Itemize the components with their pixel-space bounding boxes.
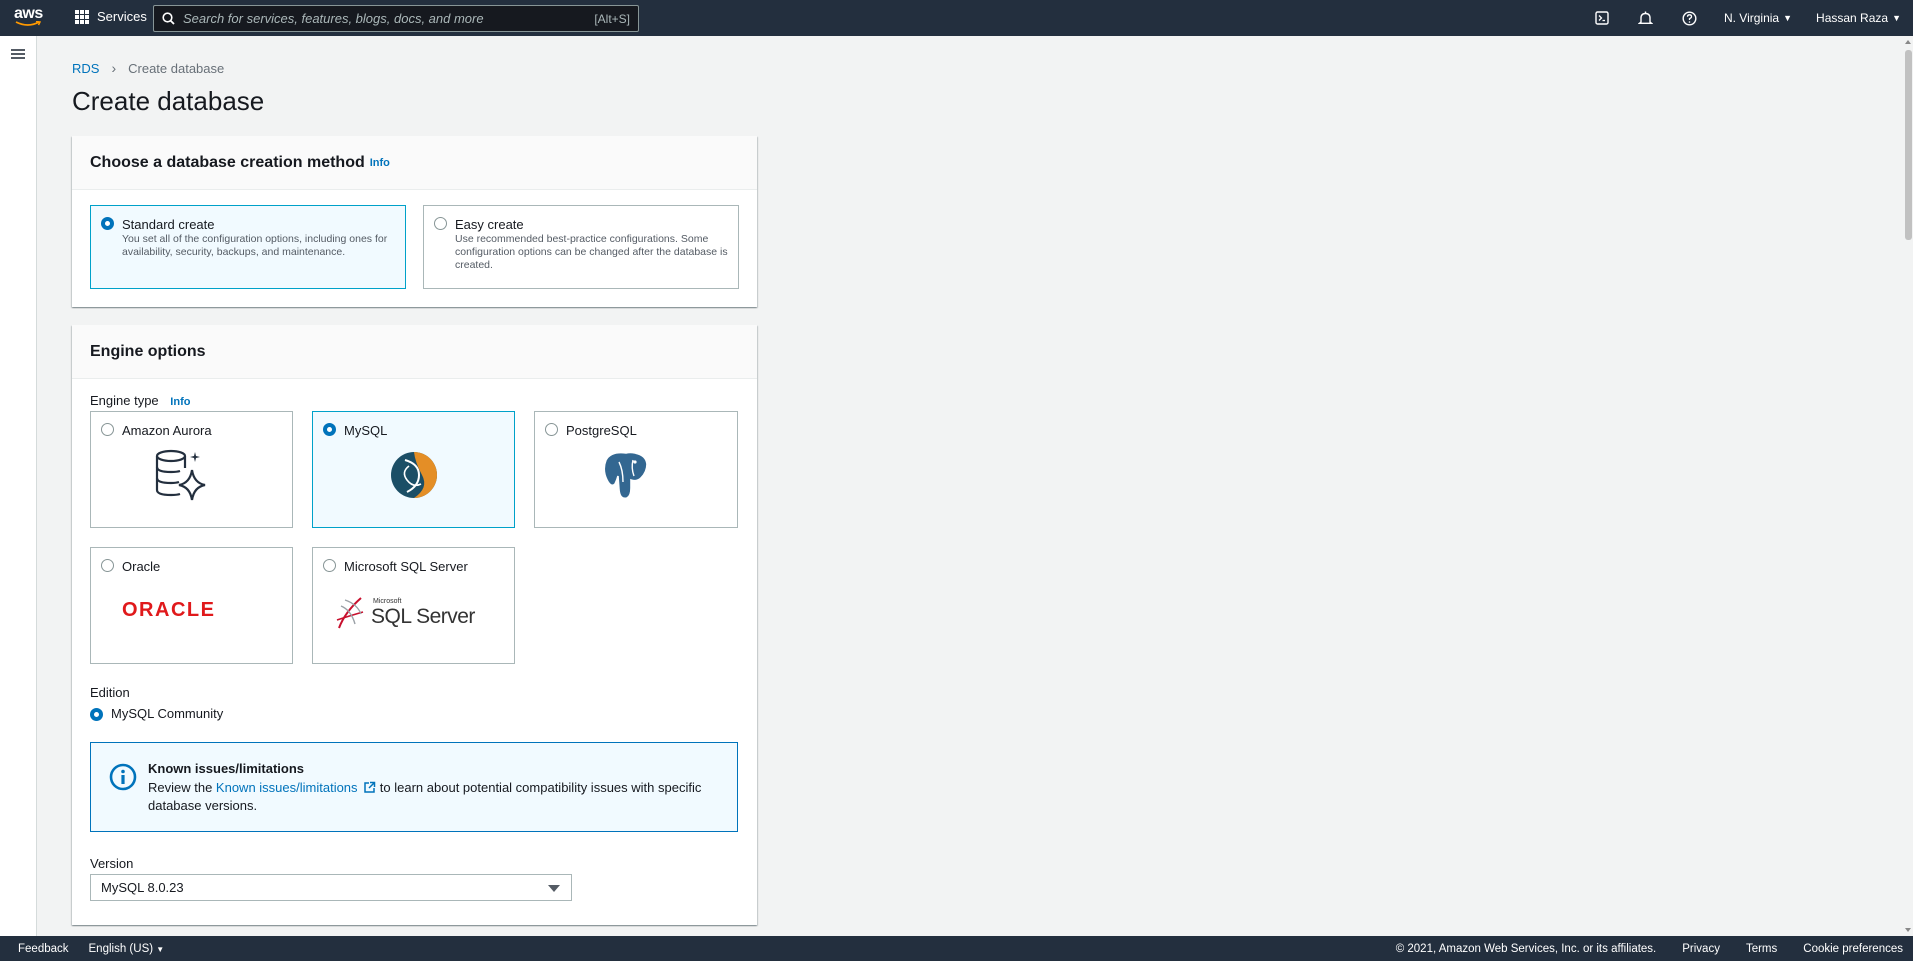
version-label: Version (90, 856, 134, 871)
creation-method-info-link[interactable]: Info (370, 157, 390, 169)
engine-type-label: Engine type (90, 393, 159, 408)
caret-down-icon: ▼ (1783, 13, 1793, 23)
services-label: Services (97, 9, 147, 24)
engine-option-oracle[interactable]: Oracle ORACLE (90, 547, 293, 664)
aws-logo-text: aws (14, 5, 43, 22)
creation-method-title: Choose a database creation method (90, 153, 365, 171)
footer-bar: Feedback English (US) ▼ © 2021, Amazon W… (0, 936, 1913, 961)
aws-logo[interactable]: aws (14, 6, 44, 30)
sqlserver-title: Microsoft SQL Server (344, 559, 468, 574)
feedback-link[interactable]: Feedback (18, 943, 69, 955)
alert-title: Known issues/limitations (148, 761, 305, 776)
edition-mysql-community-label[interactable]: MySQL Community (111, 706, 223, 721)
engine-option-postgresql[interactable]: PostgreSQL (534, 411, 738, 528)
postgresql-icon (603, 451, 648, 500)
alert-body-before: Review the (148, 780, 216, 795)
engine-options-title: Engine options (90, 342, 206, 360)
engine-option-aurora[interactable]: Amazon Aurora (90, 411, 293, 528)
sqlserver-logo-icon (336, 597, 364, 629)
notifications-button[interactable] (1624, 0, 1668, 36)
page-title: Create database (72, 86, 265, 116)
cloudshell-button[interactable] (1580, 0, 1624, 36)
mysql-title: MySQL (344, 423, 388, 438)
breadcrumb-current: Create database (128, 60, 225, 76)
services-grid-icon (75, 9, 89, 24)
engine-option-mysql[interactable]: MySQL (312, 411, 515, 528)
side-navigation (0, 36, 37, 936)
standard-create-title: Standard create (122, 217, 215, 232)
chevron-right-icon: › (111, 60, 117, 76)
top-navigation-bar: aws Services [Alt+S] (0, 0, 1913, 36)
known-issues-link[interactable]: Known issues/limitations (216, 780, 358, 795)
known-issues-alert: Known issues/limitations Review the Know… (90, 742, 738, 832)
scroll-up-arrow-icon[interactable] (1905, 40, 1911, 44)
engine-options-panel: Engine options Engine type Info Amazon A… (72, 325, 757, 925)
easy-create-desc: Use recommended best-practice configurat… (455, 233, 728, 271)
standard-create-desc: You set all of the configuration options… (122, 233, 388, 258)
aurora-title: Amazon Aurora (122, 423, 212, 438)
standard-create-option[interactable]: Standard create You set all of the confi… (90, 205, 406, 289)
sqlserver-logo-text: SQL Server (371, 605, 475, 628)
oracle-radio[interactable] (101, 559, 114, 572)
bell-icon (1638, 11, 1654, 24)
page-scrollbar[interactable] (1904, 36, 1913, 936)
terms-link[interactable]: Terms (1746, 943, 1777, 955)
sqlserver-radio[interactable] (323, 559, 336, 572)
mysql-radio[interactable] (323, 423, 336, 436)
scrollbar-thumb[interactable] (1905, 50, 1912, 240)
external-link-icon (364, 781, 376, 793)
caret-down-icon: ▼ (156, 944, 165, 954)
aurora-icon (155, 449, 206, 501)
help-button[interactable] (1668, 0, 1712, 36)
search-icon (162, 12, 175, 25)
version-select[interactable]: MySQL 8.0.23 (90, 874, 572, 901)
easy-create-option[interactable]: Easy create Use recommended best-practic… (423, 205, 739, 289)
mysql-icon (391, 452, 437, 498)
alert-body: Review the Known issues/limitations to l… (148, 779, 723, 815)
cookie-preferences-link[interactable]: Cookie preferences (1803, 943, 1903, 955)
easy-create-radio[interactable] (434, 217, 447, 230)
engine-options-header: Engine options (72, 325, 757, 379)
postgresql-radio[interactable] (545, 423, 558, 436)
global-search-bar[interactable]: [Alt+S] (153, 5, 639, 32)
language-label: English (US) (88, 942, 154, 955)
help-icon (1682, 10, 1697, 26)
sqlserver-logo-microsoft: Microsoft (373, 598, 402, 605)
creation-method-panel: Choose a database creation method Info S… (72, 136, 757, 307)
services-menu-button[interactable]: Services (75, 9, 147, 24)
search-shortcut-hint: [Alt+S] (594, 11, 630, 26)
oracle-title: Oracle (122, 559, 161, 574)
region-selector[interactable]: N. Virginia ▼ (1712, 0, 1804, 36)
oracle-logo: ORACLE (122, 599, 216, 621)
breadcrumb: RDS › Create database (72, 60, 224, 76)
menu-icon[interactable] (11, 49, 25, 59)
region-label: N. Virginia (1723, 11, 1780, 25)
info-circle-icon (109, 763, 137, 791)
cloudshell-icon (1595, 11, 1609, 25)
copyright-text: © 2021, Amazon Web Services, Inc. or its… (1395, 942, 1657, 955)
caret-down-icon (548, 885, 560, 892)
language-selector[interactable]: English (US) ▼ (89, 943, 165, 955)
standard-create-radio[interactable] (101, 217, 114, 230)
search-input[interactable] (183, 11, 595, 26)
engine-type-info-link[interactable]: Info (170, 396, 190, 408)
version-select-value: MySQL 8.0.23 (101, 880, 184, 895)
account-menu[interactable]: Hassan Raza ▼ (1804, 0, 1913, 36)
edition-mysql-community-radio[interactable] (90, 708, 103, 721)
aws-smile-icon (15, 21, 41, 26)
easy-create-title: Easy create (455, 217, 524, 232)
creation-method-header: Choose a database creation method Info (72, 136, 757, 190)
engine-type-label-row: Engine type Info (90, 393, 190, 408)
postgresql-title: PostgreSQL (566, 423, 637, 438)
aurora-radio[interactable] (101, 423, 114, 436)
privacy-link[interactable]: Privacy (1682, 943, 1720, 955)
caret-down-icon: ▼ (1892, 13, 1901, 23)
scroll-down-arrow-icon[interactable] (1905, 928, 1911, 932)
breadcrumb-rds-link[interactable]: RDS (72, 61, 99, 76)
edition-label: Edition (90, 685, 130, 700)
user-name: Hassan Raza (1816, 11, 1889, 25)
engine-option-sqlserver[interactable]: Microsoft SQL Server Microsoft SQL Serve… (312, 547, 515, 664)
